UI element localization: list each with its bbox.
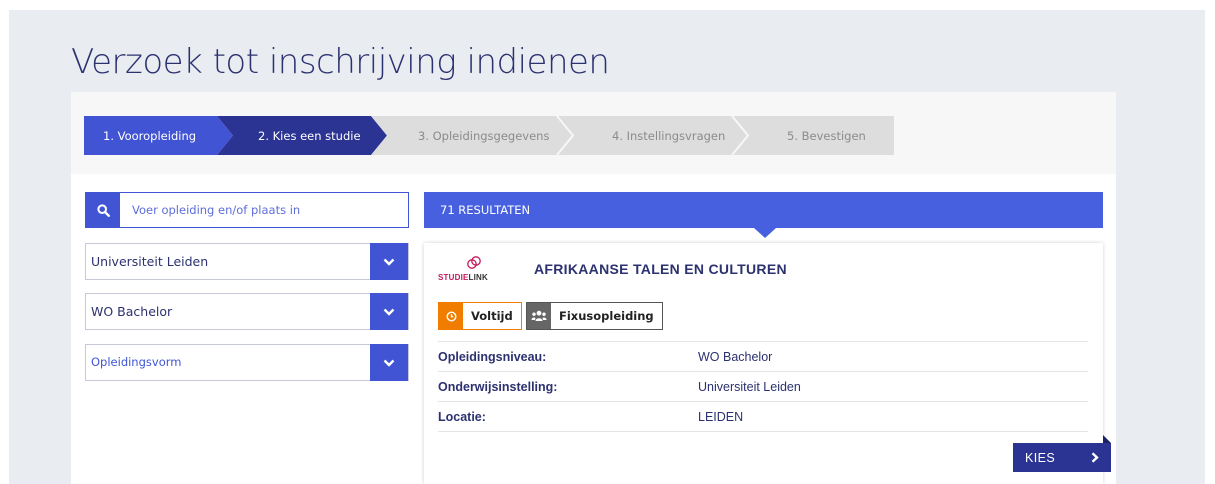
kies-button-fold: [1103, 435, 1111, 443]
link-icon: [467, 256, 481, 269]
info-value: WO Bachelor: [698, 350, 773, 364]
search-icon: [96, 203, 110, 217]
result-title: AFRIKAANSE TALEN EN CULTUREN: [534, 261, 787, 277]
level-select[interactable]: WO Bachelor: [85, 293, 409, 330]
chevron-down-icon[interactable]: [370, 344, 408, 381]
chevron-down-icon[interactable]: [370, 243, 408, 280]
search-box: [85, 192, 409, 228]
results-header-pointer: [754, 228, 776, 238]
level-select-value: WO Bachelor: [91, 304, 173, 319]
step-bevestigen: 5. Bevestigen: [787, 116, 866, 155]
results-count-header: 71 RESULTATEN: [424, 192, 1103, 228]
tag-label: Fixusopleiding: [559, 309, 654, 323]
institution-select[interactable]: Universiteit Leiden: [85, 243, 409, 280]
tag-label: Voltijd: [471, 309, 513, 323]
step-instellingsvragen: 4. Instellingsvragen: [612, 116, 725, 155]
step-kies-een-studie[interactable]: 2. Kies een studie: [258, 116, 361, 155]
study-form-select[interactable]: Opleidingsvorm: [85, 344, 409, 381]
clock-icon: [439, 303, 463, 329]
info-row-level: Opleidingsniveau: WO Bachelor: [438, 341, 1088, 372]
info-row-location: Locatie: LEIDEN: [438, 401, 1088, 432]
search-button[interactable]: [86, 193, 120, 227]
divider: [438, 431, 1088, 432]
result-card: STUDIELINK AFRIKAANSE TALEN EN CULTUREN …: [424, 243, 1103, 484]
step-label: 3. Opleidingsgegevens: [418, 128, 550, 143]
info-label: Locatie:: [438, 410, 486, 424]
tag-fixusopleiding: Fixusopleiding: [526, 302, 663, 330]
kies-button[interactable]: KIES: [1013, 443, 1111, 472]
info-value: Universiteit Leiden: [698, 380, 801, 394]
logo-text-studie: STUDIE: [438, 273, 469, 282]
users-icon: [527, 303, 551, 329]
step-label: 1. Vooropleiding: [103, 128, 197, 143]
info-label: Opleidingsniveau:: [438, 350, 547, 364]
step-vooropleiding[interactable]: 1. Vooropleiding: [103, 116, 196, 155]
tag-voltijd: Voltijd: [438, 302, 522, 330]
info-label: Onderwijsinstelling:: [438, 380, 558, 394]
step-opleidingsgegevens: 3. Opleidingsgegevens: [418, 116, 549, 155]
chevron-right-icon: [1091, 452, 1099, 463]
institution-select-value: Universiteit Leiden: [91, 254, 209, 269]
steps-arrows: [84, 115, 894, 156]
step-label: 5. Bevestigen: [787, 128, 866, 143]
study-form-select-placeholder: Opleidingsvorm: [91, 355, 182, 369]
search-input[interactable]: [132, 193, 402, 227]
logo-wordmark: STUDIELINK: [438, 273, 488, 282]
studielink-logo: STUDIELINK: [438, 255, 504, 285]
chevron-down-icon[interactable]: [370, 293, 408, 330]
progress-steps: 1. Vooropleiding 2. Kies een studie 3. O…: [71, 92, 1116, 174]
page-title: Verzoek tot inschrijving indienen: [71, 42, 610, 82]
step-label: 2. Kies een studie: [258, 128, 361, 143]
info-value: LEIDEN: [698, 410, 744, 424]
kies-button-label: KIES: [1025, 450, 1056, 465]
logo-text-link: LINK: [468, 273, 489, 282]
info-row-institution: Onderwijsinstelling: Universiteit Leiden: [438, 371, 1088, 402]
step-label: 4. Instellingsvragen: [612, 128, 726, 143]
